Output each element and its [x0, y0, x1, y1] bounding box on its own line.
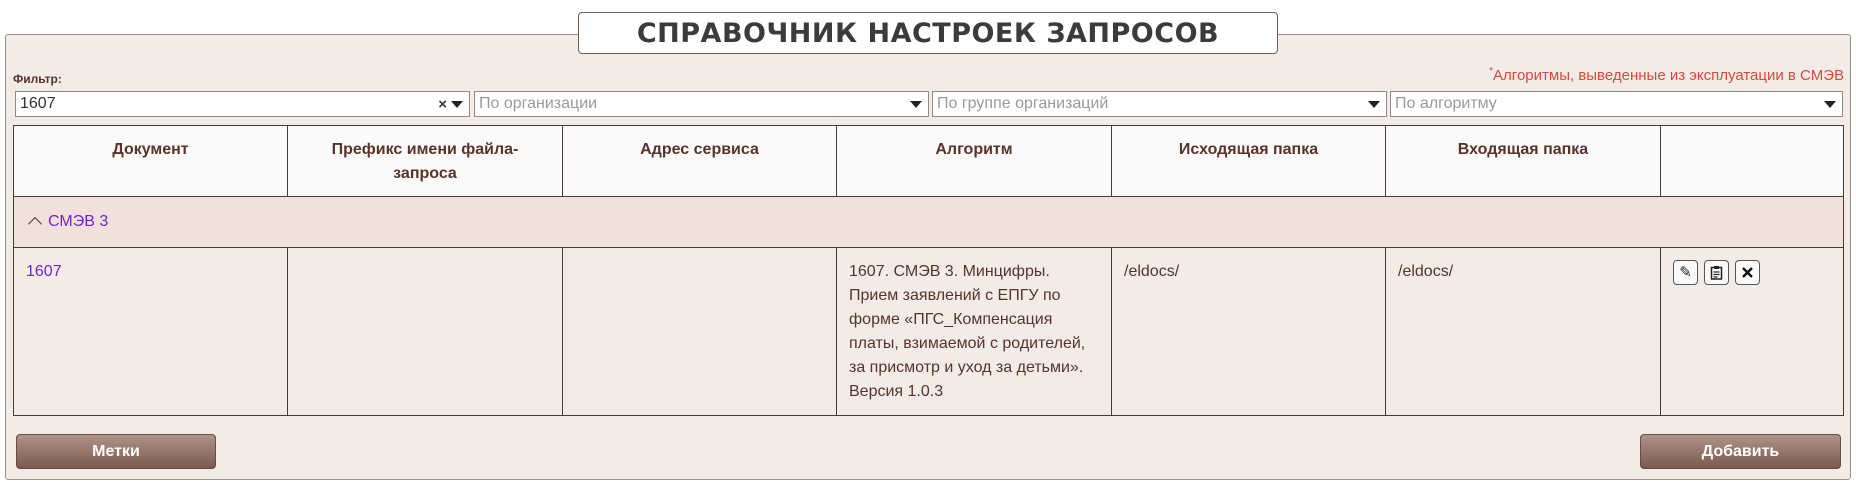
page-title: СПРАВОЧНИК НАСТРОЕК ЗАПРОСОВ	[578, 12, 1278, 54]
row-actions: ✎	[1673, 260, 1831, 285]
close-icon	[1742, 267, 1753, 278]
column-header-in-folder[interactable]: Входящая папка	[1385, 125, 1661, 197]
group-name[interactable]: СМЭВ 3	[48, 213, 108, 230]
group-cell[interactable]: СМЭВ 3	[13, 196, 1844, 248]
algorithm-filter-select[interactable]: По алгоритму	[1390, 91, 1843, 117]
table-header-row: Документ Префикс имени файла-запроса Адр…	[13, 125, 1844, 197]
cell-document: 1607	[13, 247, 288, 416]
cell-service	[562, 247, 837, 416]
pencil-icon: ✎	[1679, 264, 1692, 281]
filter-label: Фильтр:	[13, 72, 62, 86]
column-header-prefix[interactable]: Префикс имени файла-запроса	[287, 125, 563, 197]
cell-out-folder: /eldocs/	[1111, 247, 1386, 416]
cell-in-folder: /eldocs/	[1385, 247, 1661, 416]
copy-button[interactable]	[1704, 260, 1729, 285]
tags-button[interactable]: Метки	[16, 434, 216, 469]
chevron-down-icon[interactable]	[1368, 100, 1380, 108]
clear-filter-icon[interactable]: ×	[438, 96, 447, 113]
clipboard-icon	[1710, 266, 1723, 280]
document-filter-select[interactable]: 1607 ×	[15, 91, 470, 117]
organization-filter-placeholder: По организации	[479, 95, 598, 112]
note-text: Алгоритмы, выведенные из эксплуатации в …	[1493, 67, 1844, 84]
document-link[interactable]: 1607	[26, 263, 62, 280]
delete-button[interactable]	[1735, 260, 1760, 285]
chevron-up-icon[interactable]	[27, 216, 43, 232]
org-group-filter-select[interactable]: По группе организаций	[932, 91, 1387, 117]
column-header-service[interactable]: Адрес сервиса	[562, 125, 837, 197]
decommissioned-note: *Алгоритмы, выведенные из эксплуатации в…	[1489, 66, 1844, 84]
document-filter-value: 1607	[20, 95, 56, 112]
algorithm-filter-placeholder: По алгоритму	[1395, 95, 1497, 112]
chevron-down-icon[interactable]	[451, 100, 463, 108]
column-header-algorithm[interactable]: Алгоритм	[836, 125, 1112, 197]
organization-filter-select[interactable]: По организации	[474, 91, 929, 117]
chevron-down-icon[interactable]	[910, 100, 922, 108]
cell-actions: ✎	[1660, 247, 1844, 416]
column-header-actions	[1660, 125, 1844, 197]
org-group-filter-placeholder: По группе организаций	[937, 95, 1109, 112]
settings-table: Документ Префикс имени файла-запроса Адр…	[13, 125, 1844, 416]
column-header-document[interactable]: Документ	[13, 125, 288, 197]
add-button[interactable]: Добавить	[1640, 434, 1841, 469]
edit-button[interactable]: ✎	[1673, 260, 1698, 285]
column-header-out-folder[interactable]: Исходящая папка	[1111, 125, 1386, 197]
chevron-down-icon[interactable]	[1824, 100, 1836, 108]
group-row[interactable]: СМЭВ 3	[13, 196, 1844, 248]
cell-algorithm: 1607. СМЭВ 3. Минцифры. Прием заявлений …	[836, 247, 1112, 416]
table-row: 1607 1607. СМЭВ 3. Минцифры. Прием заявл…	[13, 247, 1844, 416]
cell-prefix	[287, 247, 563, 416]
